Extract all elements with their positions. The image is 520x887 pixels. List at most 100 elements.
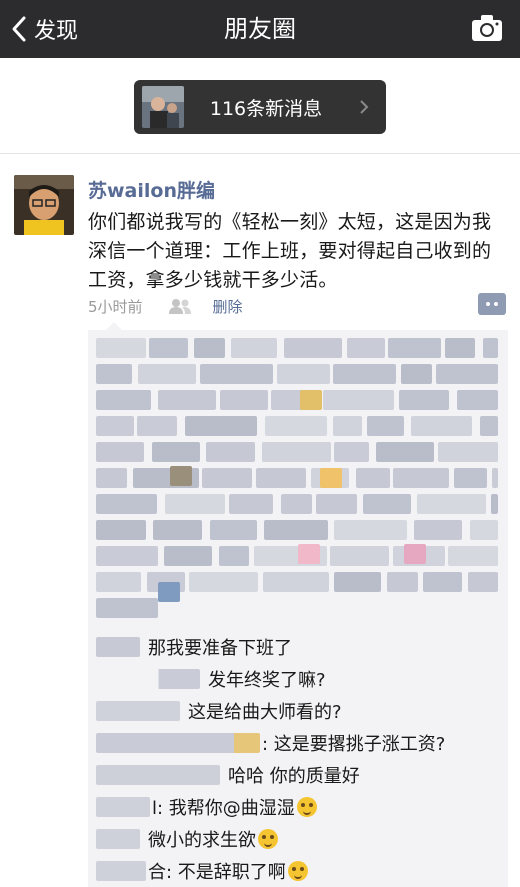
blurred-like-name — [399, 390, 449, 410]
comments-panel: 那我要准备下班了 发年终奖了嘛? 这是给曲大师看的? : 这是要撂挑子涨工资? … — [88, 322, 508, 887]
blurred-like-name — [356, 468, 390, 488]
chevron-right-icon — [360, 100, 369, 114]
blurred-like-name — [401, 364, 432, 384]
blurred-like-name — [445, 338, 475, 358]
blurred-like-name — [202, 468, 252, 488]
back-button[interactable]: 发现 — [8, 0, 78, 58]
blurred-like-name — [263, 572, 329, 592]
blurred-like-avatar — [170, 466, 192, 486]
blurred-like-name — [448, 546, 498, 566]
blurred-like-name — [96, 338, 146, 358]
post-author[interactable]: 苏wailon胖编 — [88, 176, 215, 203]
blurred-like-name — [185, 416, 257, 436]
blurred-like-name — [137, 416, 177, 436]
new-messages-notice[interactable]: 116条新消息 — [134, 80, 386, 134]
blurred-like-name — [468, 572, 498, 592]
comment-item[interactable]: : 这是要撂挑子涨工资? — [88, 728, 445, 758]
blurred-like-name — [323, 390, 394, 410]
back-label: 发现 — [34, 19, 79, 44]
nav-bar: 发现 朋友圈 — [0, 0, 520, 58]
comment-item[interactable]: 发年终奖了嘛? — [88, 664, 326, 694]
blurred-like-name — [417, 494, 486, 514]
blurred-like-name — [363, 494, 411, 514]
likes-list — [94, 336, 502, 628]
blushing-emoji-icon — [296, 797, 317, 817]
blurred-like-name — [411, 416, 472, 436]
comment-author[interactable] — [96, 637, 140, 657]
blurred-like-name — [376, 442, 434, 462]
blurred-like-name — [265, 416, 327, 436]
comment-text: 这是给曲大师看的? — [188, 702, 342, 723]
comment-text: 那我要准备下班了 — [148, 638, 292, 659]
blurred-like-name — [347, 338, 385, 358]
blurred-like-name — [153, 520, 202, 540]
blurred-like-avatar — [158, 582, 180, 602]
blurred-like-name — [277, 364, 330, 384]
blurred-like-name — [480, 416, 498, 436]
blurred-like-name — [414, 520, 462, 540]
comment-item[interactable]: 合: 不是辞职了啊 — [88, 856, 308, 886]
blurred-like-name — [149, 338, 188, 358]
comment-author[interactable] — [96, 797, 150, 817]
comment-text: 微小的求生欲 — [148, 830, 256, 851]
blurred-like-name — [333, 364, 396, 384]
delete-button[interactable]: 删除 — [213, 296, 243, 317]
blurred-like-name — [333, 416, 362, 436]
comment-item[interactable]: 微小的求生欲 — [88, 824, 278, 854]
blurred-like-name — [438, 442, 498, 462]
post-meta: 5小时前 删除 — [88, 294, 243, 318]
blurred-like-name — [264, 520, 328, 540]
comment-author[interactable] — [96, 701, 180, 721]
avatar[interactable] — [14, 175, 74, 235]
chevron-left-icon — [12, 16, 26, 42]
blurred-like-name — [330, 546, 389, 566]
comment-text: 合: 不是辞职了啊 — [148, 862, 286, 883]
blurred-like-name — [200, 364, 273, 384]
blurred-like-avatar — [404, 544, 426, 564]
more-actions-button[interactable] — [478, 293, 506, 315]
blurred-like-name — [189, 572, 258, 592]
post-time: 5小时前 — [88, 297, 143, 316]
blushing-emoji-icon — [258, 829, 278, 849]
blurred-like-name — [284, 338, 342, 358]
comment-text: : 这是要撂挑子涨工资? — [262, 734, 446, 755]
blurred-like-name — [96, 364, 132, 384]
blurred-like-avatar — [300, 390, 322, 410]
comment-author[interactable] — [96, 829, 140, 849]
blurred-like-name — [194, 338, 225, 358]
blurred-like-name — [96, 598, 158, 618]
comment-author[interactable] — [96, 765, 220, 785]
blurred-like-name — [152, 442, 200, 462]
blurred-like-name — [367, 416, 404, 436]
blurred-like-name — [387, 572, 418, 592]
blurred-like-name — [231, 338, 277, 358]
comment-text: 发年终奖了嘛? — [208, 670, 326, 691]
blurred-like-name — [96, 442, 144, 462]
blurred-like-name — [436, 364, 498, 384]
comment-item[interactable]: 哈哈 你的质量好 — [88, 760, 360, 790]
blurred-like-name — [96, 416, 134, 436]
comment-item[interactable]: 这是给曲大师看的? — [88, 696, 342, 726]
blurred-like-name — [256, 468, 306, 488]
blurred-like-name — [423, 572, 462, 592]
blurred-like-name — [96, 390, 151, 410]
blurred-like-name — [220, 390, 268, 410]
comment-item[interactable]: 那我要准备下班了 — [88, 632, 292, 662]
blurred-like-name — [491, 494, 498, 514]
blurred-like-name — [165, 494, 225, 514]
comment-author[interactable] — [96, 861, 146, 881]
camera-icon[interactable] — [470, 13, 504, 43]
comment-author[interactable] — [96, 669, 200, 689]
blurred-like-name — [262, 442, 331, 462]
blurred-like-name — [229, 494, 273, 514]
comment-author[interactable] — [96, 733, 260, 753]
divider — [0, 153, 520, 154]
blurred-like-name — [96, 494, 157, 514]
blurred-like-name — [158, 390, 216, 410]
more-icon — [486, 302, 490, 306]
post-text: 你们都说我写的《轻松一刻》太短，这是因为我深信一个道理：工作上班，要对得起自己收… — [88, 211, 492, 291]
blurred-like-name — [334, 572, 381, 592]
comment-item[interactable]: l: 我帮你@曲湿湿 — [88, 792, 317, 822]
people-icon — [168, 299, 191, 314]
blurred-like-name — [96, 572, 141, 592]
